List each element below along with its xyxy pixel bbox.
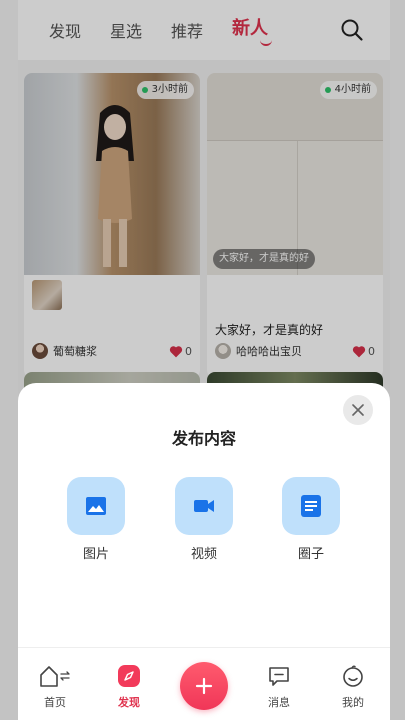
compass-icon <box>118 665 140 687</box>
option-label: 圈子 <box>297 547 324 562</box>
nav-label: 我的 <box>342 696 364 709</box>
compose-button[interactable] <box>180 662 228 710</box>
video-camera-icon <box>194 500 214 512</box>
publish-sheet: 发布内容 图片 视频 圈子 <box>18 383 390 647</box>
sheet-title: 发布内容 <box>171 429 236 448</box>
option-tile[interactable] <box>282 477 340 535</box>
nav-label: 首页 <box>44 696 66 709</box>
option-tile[interactable] <box>67 477 125 535</box>
nav-home[interactable]: 首页 <box>30 664 80 710</box>
nav-label: 消息 <box>268 696 290 709</box>
document-icon <box>301 495 321 517</box>
close-icon <box>352 404 364 416</box>
publish-video-button[interactable]: 视频 <box>175 477 233 562</box>
home-icon <box>40 666 70 687</box>
plus-icon <box>195 677 213 695</box>
publish-image-button[interactable]: 图片 <box>67 477 125 562</box>
nav-discover[interactable]: 发现 <box>104 664 154 710</box>
nav-profile[interactable]: 我的 <box>328 664 378 710</box>
bottom-nav: 首页 发现 消息 我的 <box>18 647 390 720</box>
option-tile[interactable] <box>175 477 233 535</box>
nav-label: 发现 <box>118 696 140 709</box>
option-label: 图片 <box>82 547 109 562</box>
message-icon <box>269 667 289 686</box>
smile-face-icon <box>343 665 363 687</box>
publish-circle-button[interactable]: 圈子 <box>282 477 340 562</box>
close-button[interactable] <box>343 395 373 425</box>
image-icon <box>86 497 106 515</box>
nav-messages[interactable]: 消息 <box>254 664 304 710</box>
option-label: 视频 <box>190 547 217 562</box>
